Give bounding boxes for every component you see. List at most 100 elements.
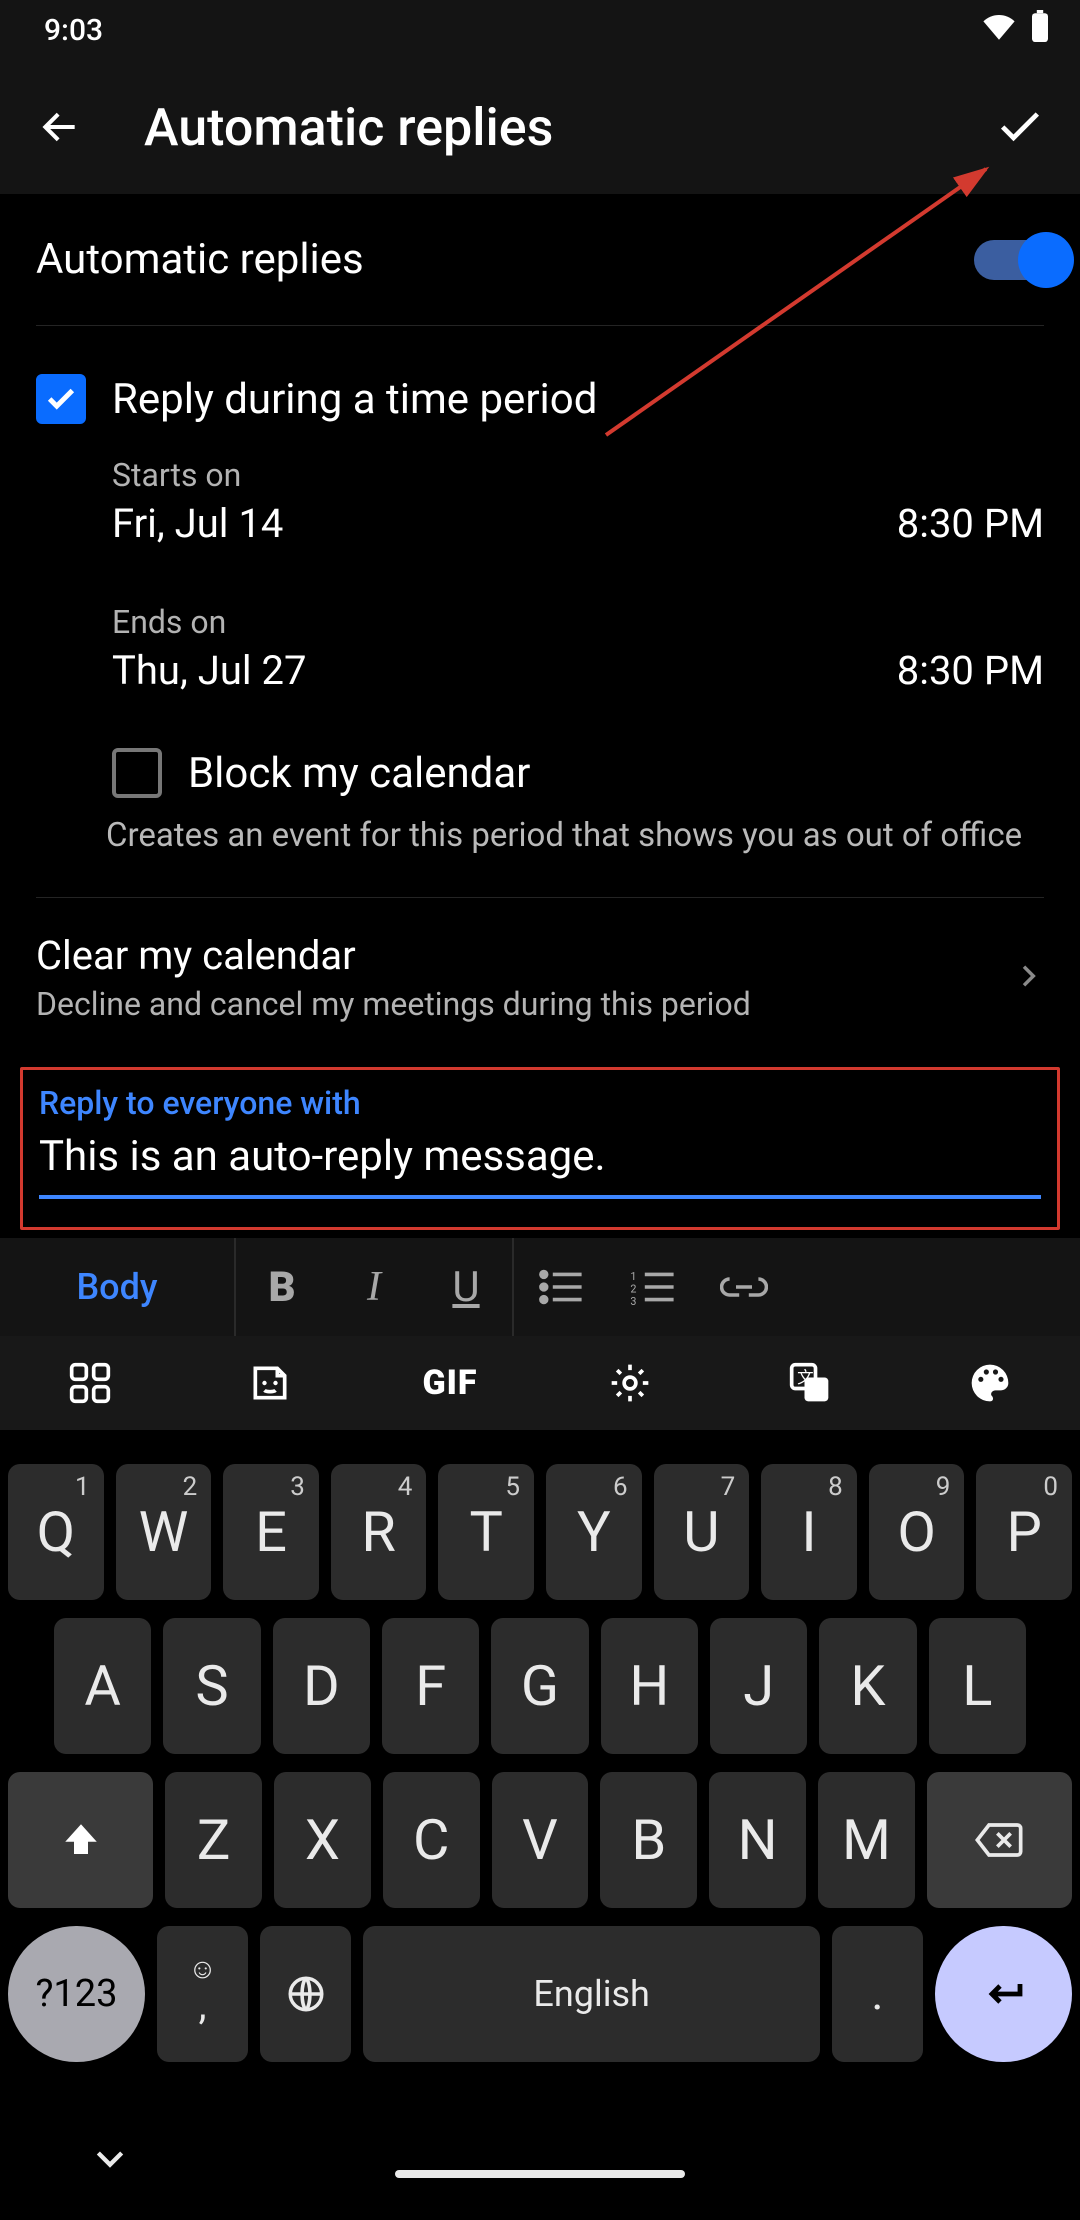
emoji-icon: ☺: [188, 1954, 217, 1984]
start-time-row[interactable]: Starts on Fri, Jul 14 8:30 PM: [112, 456, 1044, 547]
format-style-selector[interactable]: Body: [0, 1238, 236, 1336]
globe-icon: [285, 1973, 327, 2015]
key-o[interactable]: O9: [869, 1464, 965, 1600]
starts-date: Fri, Jul 14: [112, 500, 283, 547]
keyboard-settings-button[interactable]: [540, 1336, 720, 1430]
auto-replies-label: Automatic replies: [36, 235, 364, 284]
key-f[interactable]: F: [382, 1618, 479, 1754]
svg-text:3: 3: [630, 1295, 636, 1305]
block-calendar-checkbox-row[interactable]: Block my calendar: [112, 748, 1044, 798]
page-title: Automatic replies: [144, 97, 988, 158]
svg-text:2: 2: [630, 1282, 636, 1295]
translate-icon: 文: [788, 1361, 832, 1405]
key-v[interactable]: V: [492, 1772, 589, 1908]
enter-key[interactable]: [935, 1926, 1072, 2062]
svg-text:文: 文: [797, 1368, 814, 1388]
confirm-button[interactable]: [988, 95, 1052, 159]
chevron-right-icon: [1012, 960, 1044, 996]
wifi-icon: [982, 13, 1016, 48]
auto-replies-toggle-row[interactable]: Automatic replies: [36, 194, 1044, 326]
system-navbar: [0, 2128, 1080, 2220]
reply-field-label: Reply to everyone with: [39, 1084, 1041, 1122]
keyboard-apps-button[interactable]: [0, 1336, 180, 1430]
bullet-list-button[interactable]: [514, 1238, 606, 1336]
svg-text:1: 1: [630, 1270, 636, 1283]
symbols-key[interactable]: ?123: [8, 1926, 145, 2062]
underline-button[interactable]: U: [420, 1238, 512, 1336]
key-j[interactable]: J: [710, 1618, 807, 1754]
key-w[interactable]: W2: [116, 1464, 212, 1600]
key-z[interactable]: Z: [165, 1772, 262, 1908]
numbered-list-button[interactable]: 123: [606, 1238, 698, 1336]
clear-calendar-subtitle: Decline and cancel my meetings during th…: [36, 985, 751, 1023]
starts-time[interactable]: 8:30 PM: [897, 500, 1044, 547]
battery-icon: [1030, 10, 1050, 50]
keyboard-theme-button[interactable]: [900, 1336, 1080, 1430]
key-u[interactable]: U7: [654, 1464, 750, 1600]
shift-icon: [60, 1819, 102, 1861]
key-d[interactable]: D: [273, 1618, 370, 1754]
enter-icon: [980, 1970, 1028, 2018]
numbered-list-icon: 123: [630, 1269, 674, 1305]
key-p[interactable]: P0: [976, 1464, 1072, 1600]
period-key[interactable]: .: [832, 1926, 923, 2062]
keyboard-translate-button[interactable]: 文: [720, 1336, 900, 1430]
keyboard-toolbar: GIF 文: [0, 1336, 1080, 1430]
key-y[interactable]: Y6: [546, 1464, 642, 1600]
key-h[interactable]: H: [601, 1618, 698, 1754]
grid-icon: [68, 1361, 112, 1405]
ends-on-label: Ends on: [112, 603, 306, 641]
link-button[interactable]: [698, 1238, 790, 1336]
check-icon: [994, 101, 1046, 153]
key-n[interactable]: N: [709, 1772, 806, 1908]
key-q[interactable]: Q1: [8, 1464, 104, 1600]
soft-keyboard[interactable]: Q1W2E3R4T5Y6U7I8O9P0 ASDFGHJKL ZXCVBNM ?…: [0, 1446, 1080, 2062]
key-r[interactable]: R4: [331, 1464, 427, 1600]
key-m[interactable]: M: [818, 1772, 915, 1908]
toggle-switch[interactable]: [974, 240, 1064, 280]
block-calendar-label: Block my calendar: [188, 749, 530, 798]
nav-handle[interactable]: [395, 2170, 685, 2178]
italic-button[interactable]: I: [328, 1238, 420, 1336]
language-key[interactable]: [260, 1926, 351, 2062]
shift-key[interactable]: [8, 1772, 153, 1908]
clear-calendar-row[interactable]: Clear my calendar Decline and cancel my …: [36, 898, 1044, 1063]
backspace-icon: [974, 1820, 1024, 1860]
time-period-checkbox-row[interactable]: Reply during a time period: [36, 374, 1044, 424]
space-key[interactable]: English: [363, 1926, 819, 2062]
arrow-left-icon: [38, 105, 82, 149]
reply-message-field[interactable]: Reply to everyone with This is an auto-r…: [20, 1067, 1060, 1230]
key-l[interactable]: L: [929, 1618, 1026, 1754]
status-bar: 9:03: [0, 0, 1080, 60]
ends-date: Thu, Jul 27: [112, 647, 306, 694]
ends-time[interactable]: 8:30 PM: [897, 647, 1044, 694]
key-e[interactable]: E3: [223, 1464, 319, 1600]
keyboard-stickers-button[interactable]: [180, 1336, 360, 1430]
chevron-down-icon: [90, 2138, 130, 2178]
end-time-row[interactable]: Ends on Thu, Jul 27 8:30 PM: [112, 603, 1044, 694]
key-c[interactable]: C: [383, 1772, 480, 1908]
clear-calendar-title: Clear my calendar: [36, 932, 751, 979]
key-a[interactable]: A: [54, 1618, 151, 1754]
key-x[interactable]: X: [274, 1772, 371, 1908]
key-s[interactable]: S: [163, 1618, 260, 1754]
status-time: 9:03: [44, 13, 103, 48]
starts-on-label: Starts on: [112, 456, 283, 494]
key-i[interactable]: I8: [761, 1464, 857, 1600]
key-g[interactable]: G: [491, 1618, 588, 1754]
keyboard-collapse-button[interactable]: [90, 2138, 130, 2182]
format-toolbar: Body B I U 123: [0, 1236, 1080, 1336]
bold-button[interactable]: B: [236, 1238, 328, 1336]
palette-icon: [968, 1361, 1012, 1405]
back-button[interactable]: [28, 95, 92, 159]
keyboard-gif-button[interactable]: GIF: [360, 1336, 540, 1430]
key-k[interactable]: K: [819, 1618, 916, 1754]
emoji-comma-key[interactable]: ☺ ,: [157, 1926, 248, 2062]
backspace-key[interactable]: [927, 1772, 1072, 1908]
key-b[interactable]: B: [600, 1772, 697, 1908]
reply-field-value[interactable]: This is an auto-reply message.: [39, 1132, 1041, 1199]
gear-icon: [608, 1361, 652, 1405]
key-t[interactable]: T5: [438, 1464, 534, 1600]
checkbox-checked-icon: [36, 374, 86, 424]
link-icon: [720, 1272, 768, 1302]
